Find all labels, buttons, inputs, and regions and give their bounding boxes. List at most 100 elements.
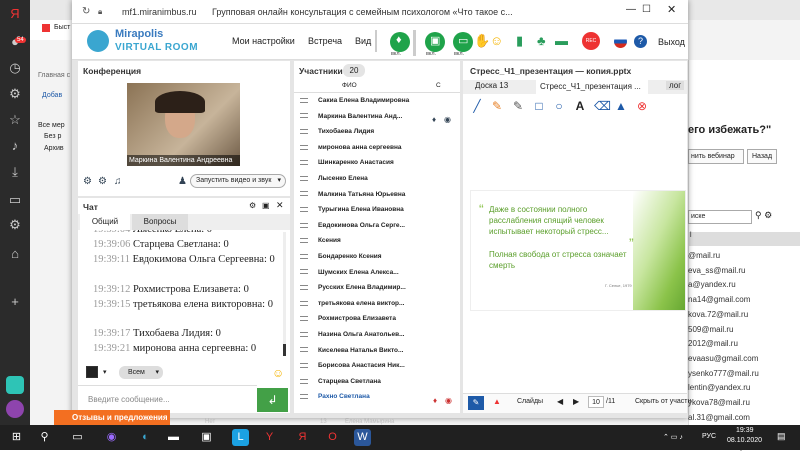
bg-back-button[interactable]: Назад xyxy=(747,149,777,164)
close-button[interactable]: ✕ xyxy=(667,3,676,16)
drag-handle-icon[interactable] xyxy=(300,378,308,384)
folder-icon[interactable]: ▬ xyxy=(555,33,568,48)
participant-row[interactable]: Малкина Татьяна Юрьевна xyxy=(300,187,457,203)
text-color-icon[interactable] xyxy=(86,366,98,378)
draw-mode-icon[interactable]: ✎ xyxy=(468,396,484,410)
participant-row[interactable]: Рохмистрова Елизавета xyxy=(300,311,457,327)
participant-row[interactable]: третьякова елена виктор... xyxy=(300,296,457,312)
participant-row[interactable]: Евдокимова Ольга Серге... xyxy=(300,218,457,234)
download-icon[interactable]: ⤓ xyxy=(5,162,25,182)
drag-handle-icon[interactable] xyxy=(300,191,308,197)
menu-view[interactable]: Вид xyxy=(355,36,371,46)
bell-icon[interactable]: ♪ xyxy=(5,136,25,156)
next-slide-icon[interactable]: ▶ xyxy=(573,397,579,406)
circle-icon[interactable]: ○ xyxy=(552,99,566,113)
participant-row[interactable]: Сакиа Елена Владимировна xyxy=(300,93,457,109)
participant-row[interactable]: Киселева Наталья Викто... xyxy=(300,343,457,359)
participant-row[interactable]: миронова анна сергеевна xyxy=(300,140,457,156)
bg-main-link[interactable]: Главная с xyxy=(38,72,70,79)
layout-icon[interactable]: ⚙ xyxy=(98,176,107,187)
lang-indicator[interactable]: РУС xyxy=(702,433,716,440)
app-icon[interactable] xyxy=(6,376,24,394)
bg-search-field[interactable]: иске xyxy=(688,210,752,224)
participant-row[interactable]: Тихобаева Лидия xyxy=(300,124,457,140)
chat-scrollbar[interactable] xyxy=(283,232,286,356)
drag-handle-icon[interactable] xyxy=(300,316,308,322)
drag-handle-icon[interactable] xyxy=(300,284,308,290)
help-icon[interactable]: ? xyxy=(634,35,647,48)
recipient-select[interactable]: Всем ▾ xyxy=(119,366,163,379)
bg-tab[interactable]: Быст xyxy=(30,20,72,40)
bg-webinar-button[interactable]: нить вебинар xyxy=(688,149,744,164)
rectangle-icon[interactable]: □ xyxy=(532,99,546,113)
participant-row[interactable]: Шинкаренко Анастасия xyxy=(300,155,457,171)
chat-popout-icon[interactable]: ▣ xyxy=(262,201,270,210)
minimize-button[interactable]: — xyxy=(626,4,636,15)
bg-add-link[interactable]: Добав xyxy=(42,92,62,99)
participant-row[interactable]: Шумских Елена Алекса... xyxy=(300,265,457,281)
mic-volume[interactable] xyxy=(413,30,416,56)
l-app-icon[interactable]: L xyxy=(232,429,249,446)
pencil-icon[interactable]: ╱ xyxy=(470,99,484,113)
menu-meeting[interactable]: Встреча xyxy=(308,36,342,46)
bg-folder-nocat[interactable]: Без р xyxy=(44,133,61,140)
marker-icon[interactable]: ✎ xyxy=(511,99,525,113)
participant-row[interactable]: Старцева Светлана xyxy=(300,374,457,390)
opera-icon[interactable]: O xyxy=(324,429,341,446)
alice-icon[interactable] xyxy=(6,400,24,418)
task-view-icon[interactable]: ▭ xyxy=(69,429,86,446)
drag-handle-icon[interactable] xyxy=(300,175,308,181)
screen-icon[interactable]: ▭ xyxy=(5,190,25,210)
chat-close-icon[interactable]: ✕ xyxy=(276,200,284,211)
windows-start-icon[interactable]: ⊞ xyxy=(8,429,25,446)
tab-presentation[interactable]: Стресс_Ч1_презентация ... xyxy=(536,80,648,94)
drag-handle-icon[interactable] xyxy=(300,222,308,228)
format-icon[interactable]: ▾ xyxy=(103,368,107,376)
yandex-icon[interactable]: Я xyxy=(5,4,25,24)
participant-row[interactable]: Ксения xyxy=(300,233,457,249)
prev-slide-icon[interactable]: ◀ xyxy=(557,397,563,406)
word-icon[interactable]: W xyxy=(354,429,371,446)
clock-icon[interactable]: ◷ xyxy=(5,58,25,78)
video-settings-icon[interactable]: ⚙ xyxy=(83,176,92,187)
tab-general[interactable]: Общий xyxy=(80,214,130,230)
bg-all-messages[interactable]: Все мер xyxy=(38,122,65,129)
chat-settings-icon[interactable]: ⚙ xyxy=(249,201,256,210)
feedback-pill[interactable]: Отзывы и предложения xyxy=(54,410,170,425)
participant-row[interactable]: Лысенко Елена xyxy=(300,171,457,187)
eraser-icon[interactable]: ⌫ xyxy=(594,99,611,113)
edge-icon[interactable]: ◐ xyxy=(137,429,154,446)
alice-taskbar-icon[interactable]: ◉ xyxy=(103,429,120,446)
gear-icon[interactable]: ⚙ xyxy=(5,215,25,235)
store-icon[interactable]: ▣ xyxy=(198,429,215,446)
clock-date[interactable]: 08.10.2020 xyxy=(727,437,762,444)
flag-icon[interactable] xyxy=(614,35,627,48)
exit-button[interactable]: Выход xyxy=(658,37,685,47)
yandex-taskbar-icon[interactable]: Y xyxy=(261,429,278,446)
participant-row[interactable]: Бондаренко Ксения xyxy=(300,249,457,265)
tab-more[interactable]: лог xyxy=(666,81,685,90)
drag-handle-icon[interactable] xyxy=(300,206,308,212)
participant-row[interactable]: Назина Ольга Анатольев... xyxy=(300,327,457,343)
tab-board[interactable]: Доска 13 xyxy=(475,81,508,90)
clock-time[interactable]: 19:39 xyxy=(736,427,754,434)
layout-slider[interactable] xyxy=(375,30,381,52)
notifications-icon[interactable]: ▤ xyxy=(777,431,786,442)
pointer-mode-icon[interactable]: ▲ xyxy=(493,397,501,406)
participant-row[interactable]: Турыгина Елена Ивановна xyxy=(300,202,457,218)
settings-icon[interactable]: ⚙ xyxy=(5,84,25,104)
maximize-button[interactable]: ☐ xyxy=(642,4,651,15)
plus-icon[interactable]: + xyxy=(5,292,25,312)
slide-number-input[interactable]: 10 xyxy=(588,396,604,408)
drag-handle-icon[interactable] xyxy=(300,394,308,400)
drag-handle-icon[interactable] xyxy=(300,113,308,119)
chat-input[interactable]: Введите сообщение... xyxy=(78,385,257,413)
refresh-icon[interactable]: ↻ xyxy=(82,6,90,17)
text-tool-icon[interactable]: A xyxy=(573,99,587,113)
pencil-orange-icon[interactable]: ✎ xyxy=(490,99,504,113)
drag-handle-icon[interactable] xyxy=(300,331,308,337)
search-icon[interactable]: ⚲ xyxy=(36,429,53,446)
drag-handle-icon[interactable] xyxy=(300,160,308,166)
video-feed[interactable] xyxy=(127,83,240,166)
drag-handle-icon[interactable] xyxy=(300,347,308,353)
